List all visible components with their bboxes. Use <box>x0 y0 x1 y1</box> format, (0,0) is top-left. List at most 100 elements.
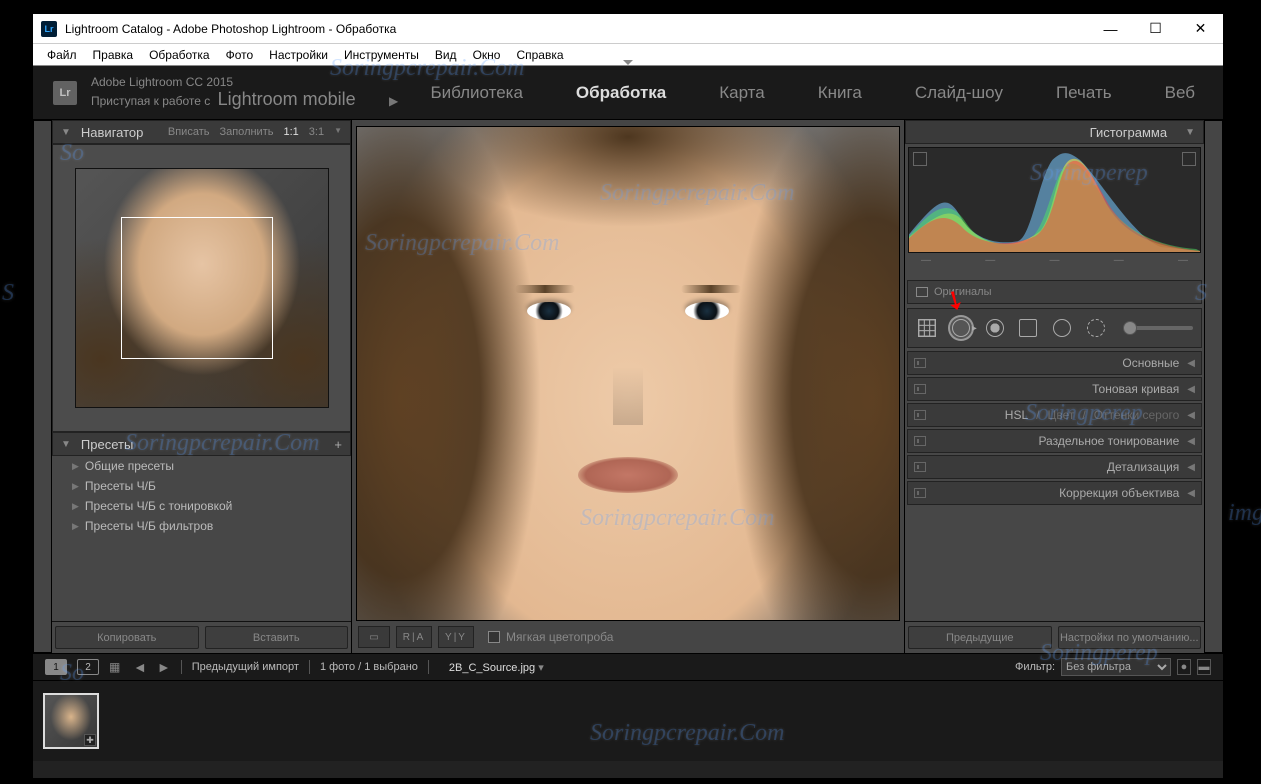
spot-removal-tool-button[interactable]: ▸ <box>950 317 972 339</box>
adjustment-brush-button[interactable] <box>1085 317 1107 339</box>
panel-switch-icon[interactable] <box>914 436 926 446</box>
develop-tool-strip: ➘ ▸ <box>907 308 1202 348</box>
lightroom-mobile-link[interactable]: Lightroom mobile <box>218 89 356 109</box>
image-canvas[interactable] <box>356 126 900 621</box>
histogram-title: Гистограмма <box>1090 125 1167 140</box>
original-checkbox-icon[interactable] <box>916 287 928 297</box>
before-after-yy-button[interactable]: Y|Y <box>438 626 474 648</box>
panel-detail[interactable]: Детализация◀ <box>907 455 1202 479</box>
add-preset-button[interactable]: + <box>334 437 342 452</box>
graduated-filter-button[interactable] <box>1017 317 1039 339</box>
panel-switch-icon[interactable] <box>914 488 926 498</box>
presets-header[interactable]: ▼ Пресеты + <box>52 432 351 456</box>
navigator-header[interactable]: ▼ Навигатор Вписать Заполнить 1:1 3:1 ▼ <box>52 120 351 144</box>
tab-web[interactable]: Веб <box>1155 83 1205 103</box>
panel-switch-icon[interactable] <box>914 462 926 472</box>
source-label[interactable]: Предыдущий импорт <box>192 661 299 673</box>
radial-filter-button[interactable] <box>1051 317 1073 339</box>
filter-toggle-icon[interactable]: ▬ <box>1197 659 1211 675</box>
soft-proof-toggle[interactable]: Мягкая цветопроба <box>488 630 613 644</box>
menu-photo[interactable]: Фото <box>218 45 262 65</box>
checkbox-icon[interactable] <box>488 631 500 643</box>
navigator-preview[interactable] <box>52 144 351 432</box>
right-panel: Гистограмма ▼ — — — — — <box>904 120 1204 653</box>
menu-edit[interactable]: Правка <box>85 45 142 65</box>
panel-lens-correction[interactable]: Коррекция объектива◀ <box>907 481 1202 505</box>
nav-mode-3-1[interactable]: 3:1 <box>309 126 324 138</box>
preset-folder[interactable]: ▶Общие пресеты <box>52 456 351 476</box>
menu-view[interactable]: Вид <box>427 45 465 65</box>
navigator-title: Навигатор <box>81 125 143 140</box>
play-icon[interactable]: ▶ <box>389 94 398 108</box>
tab-slideshow[interactable]: Слайд-шоу <box>905 83 1013 103</box>
histogram-chart[interactable] <box>908 147 1201 253</box>
right-edge-handle[interactable] <box>1204 120 1223 653</box>
presets-title: Пресеты <box>81 437 133 452</box>
module-picker-bar: Lr Adobe Lightroom CC 2015 Приступая к р… <box>33 66 1223 120</box>
app-logo-icon: Lr <box>41 21 57 37</box>
collapse-icon: ▼ <box>1185 127 1195 138</box>
panel-hsl[interactable]: HSL/ Цвет/ Оттенки серого◀ <box>907 403 1202 427</box>
display-2-button[interactable]: 2 <box>77 659 99 675</box>
navigator-crop-rectangle[interactable] <box>121 217 273 359</box>
menu-window[interactable]: Окно <box>465 45 509 65</box>
soft-proof-label: Мягкая цветопроба <box>506 630 613 644</box>
menu-file[interactable]: Файл <box>39 45 85 65</box>
display-1-button[interactable]: 1 <box>45 659 67 675</box>
panel-switch-icon[interactable] <box>914 384 926 394</box>
panel-switch-icon[interactable] <box>914 410 926 420</box>
preset-list: ▶Общие пресеты ▶Пресеты Ч/Б ▶Пресеты Ч/Б… <box>52 456 351 621</box>
default-settings-button[interactable]: Настройки по умолчанию... <box>1058 626 1202 649</box>
tab-print[interactable]: Печать <box>1046 83 1122 103</box>
menu-develop[interactable]: Обработка <box>141 45 218 65</box>
original-label: Оригиналы <box>934 286 992 298</box>
panel-switch-icon[interactable] <box>914 358 926 368</box>
filename-label[interactable]: 2B_C_Source.jpg <box>449 662 535 674</box>
panel-split-toning[interactable]: Раздельное тонирование◀ <box>907 429 1202 453</box>
filmstrip[interactable]: ✚ <box>33 681 1223 761</box>
collapse-handle-icon[interactable] <box>623 60 633 65</box>
filmstrip-thumbnail[interactable]: ✚ <box>43 693 99 749</box>
histogram-header[interactable]: Гистограмма ▼ <box>905 120 1204 144</box>
before-after-ra-button[interactable]: R|A <box>396 626 432 648</box>
tool-size-slider[interactable] <box>1123 326 1193 330</box>
prev-photo-button[interactable]: ◄ <box>133 659 147 675</box>
grid-view-icon[interactable]: ▦ <box>109 660 123 674</box>
application-window: Lr Lightroom Catalog - Adobe Photoshop L… <box>33 14 1223 778</box>
copy-settings-button[interactable]: Копировать <box>55 626 199 649</box>
menu-help[interactable]: Справка <box>508 45 571 65</box>
panel-tone-curve[interactable]: Тоновая кривая◀ <box>907 377 1202 401</box>
left-edge-handle[interactable] <box>33 120 52 653</box>
crop-tool-button[interactable] <box>916 317 938 339</box>
preset-folder[interactable]: ▶Пресеты Ч/Б с тонировкой <box>52 496 351 516</box>
tab-map[interactable]: Карта <box>709 83 775 103</box>
minimize-button[interactable]: — <box>1088 14 1133 44</box>
preset-folder[interactable]: ▶Пресеты Ч/Б фильтров <box>52 516 351 536</box>
next-photo-button[interactable]: ► <box>157 659 171 675</box>
paste-settings-button[interactable]: Вставить <box>205 626 349 649</box>
preset-folder[interactable]: ▶Пресеты Ч/Б <box>52 476 351 496</box>
collapse-icon: ▼ <box>61 439 71 450</box>
filter-lock-icon[interactable]: ● <box>1177 659 1191 675</box>
tab-develop[interactable]: Обработка <box>566 83 676 103</box>
loupe-view-button[interactable]: ▭ <box>358 626 390 648</box>
original-toggle-row[interactable]: Оригиналы <box>907 280 1202 304</box>
module-tabs: Библиотека Обработка Карта Книга Слайд-ш… <box>420 83 1223 103</box>
close-button[interactable]: ✕ <box>1178 14 1223 44</box>
menu-settings[interactable]: Настройки <box>261 45 336 65</box>
nav-mode-1-1[interactable]: 1:1 <box>283 126 298 138</box>
filename-dropdown-icon[interactable]: ▾ <box>538 662 544 674</box>
redeye-tool-button[interactable] <box>984 317 1006 339</box>
filter-dropdown[interactable]: Без фильтра <box>1061 658 1171 676</box>
nav-mode-fill[interactable]: Заполнить <box>219 126 273 138</box>
menu-tools[interactable]: Инструменты <box>336 45 427 65</box>
panel-basic[interactable]: Основные◀ <box>907 351 1202 375</box>
previous-settings-button[interactable]: Предыдущие <box>908 626 1052 649</box>
tab-book[interactable]: Книга <box>808 83 872 103</box>
maximize-button[interactable]: ☐ <box>1133 14 1178 44</box>
photo-count-label: 1 фото / 1 выбрано <box>320 661 418 673</box>
nav-mode-fit[interactable]: Вписать <box>168 126 210 138</box>
zoom-dropdown-icon[interactable]: ▼ <box>334 126 342 138</box>
histogram-readout: — — — — — <box>908 253 1201 275</box>
tab-library[interactable]: Библиотека <box>420 83 532 103</box>
